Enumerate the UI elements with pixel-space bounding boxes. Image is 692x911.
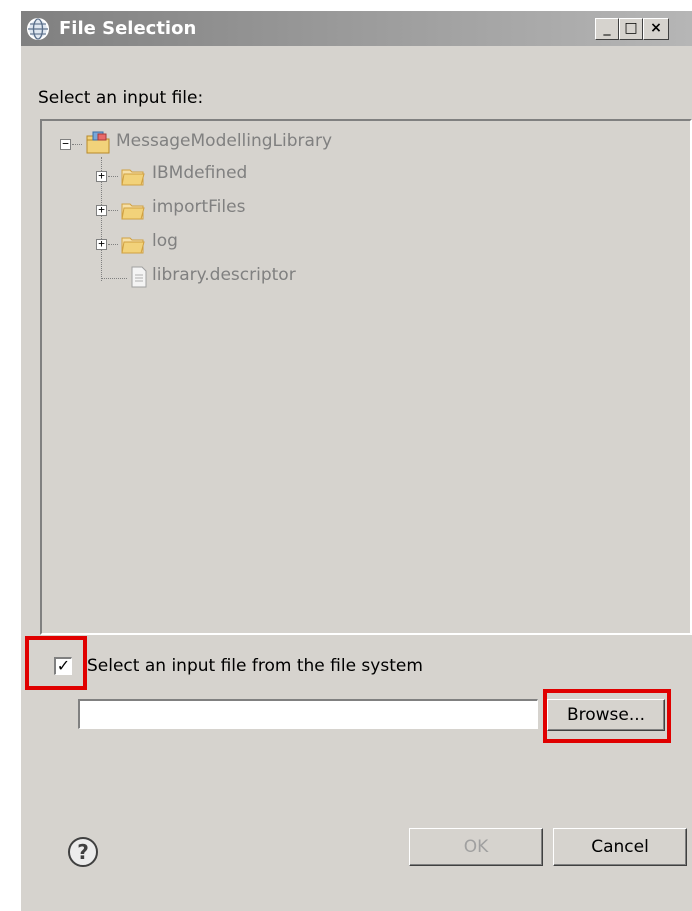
tree-item-label: importFiles	[152, 197, 246, 217]
tree-item-label: log	[152, 231, 178, 251]
filesystem-option-row[interactable]: ✓ Select an input file from the file sys…	[40, 651, 500, 685]
tree-root-label: MessageModellingLibrary	[116, 131, 333, 151]
folder-icon	[121, 203, 145, 220]
file-selection-dialog: File Selection _ □ × Select an input fil…	[20, 10, 692, 911]
globe-icon	[27, 18, 49, 40]
filesystem-option-label[interactable]: Select an input file from the file syste…	[87, 656, 423, 676]
collapse-icon[interactable]: −	[60, 138, 71, 150]
folder-icon	[121, 169, 145, 186]
help-icon[interactable]: ?	[67, 836, 99, 868]
file-path-input[interactable]	[78, 699, 538, 729]
file-icon	[131, 266, 147, 288]
tree-item-label: library.descriptor	[152, 265, 296, 285]
svg-text:?: ?	[77, 840, 89, 864]
select-file-prompt: Select an input file:	[38, 88, 204, 108]
close-icon: ×	[650, 20, 662, 36]
maximize-icon: □	[624, 20, 638, 36]
maximize-button[interactable]: □	[619, 18, 643, 40]
window-title: File Selection	[59, 18, 197, 39]
checkbox-highlight	[25, 636, 87, 690]
folder-icon	[121, 237, 145, 254]
minimize-icon: _	[603, 20, 611, 36]
expand-icon[interactable]: +	[96, 170, 107, 182]
project-folder-icon	[86, 131, 110, 154]
ok-button[interactable]: OK	[409, 828, 543, 866]
tree-item-label: IBMdefined	[152, 163, 248, 183]
cancel-button[interactable]: Cancel	[553, 828, 687, 866]
title-bar[interactable]: File Selection _ □ ×	[21, 11, 692, 46]
expand-icon[interactable]: +	[96, 204, 107, 216]
workspace-tree[interactable]: − MessageModellingLibrary + IBMdefined +	[40, 119, 692, 635]
expand-icon[interactable]: +	[96, 238, 107, 250]
minimize-button[interactable]: _	[595, 18, 619, 40]
browse-highlight	[543, 689, 671, 743]
close-button[interactable]: ×	[643, 18, 669, 40]
